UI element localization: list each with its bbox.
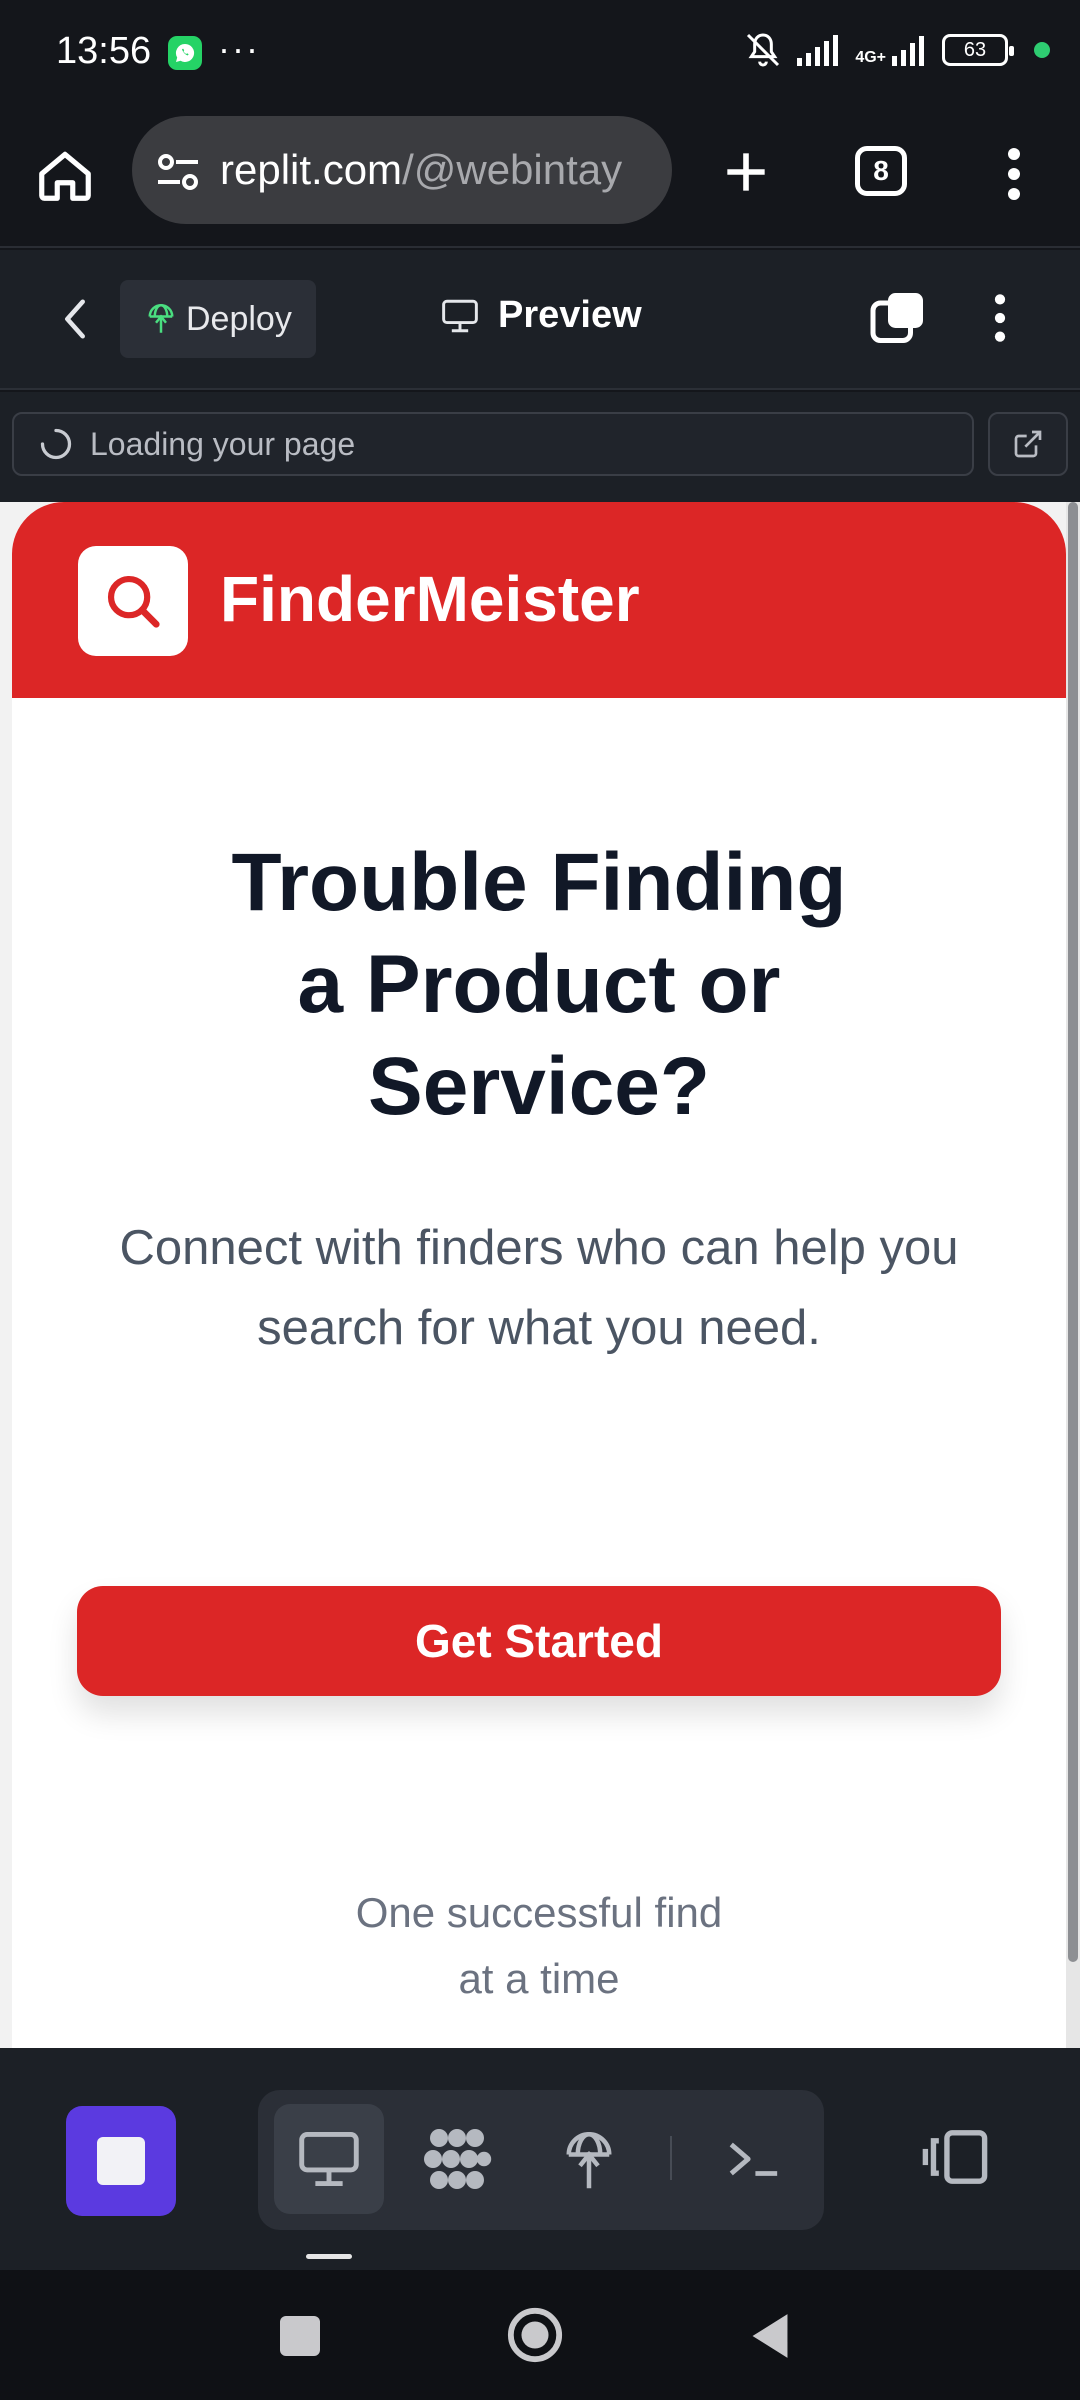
deploy-button[interactable]: Deploy	[120, 280, 316, 358]
tool-divider	[670, 2136, 672, 2180]
site-settings-icon[interactable]	[154, 150, 202, 194]
tool-deploy-button[interactable]	[534, 2104, 644, 2214]
green-dot-icon	[1034, 42, 1050, 58]
spinner-icon	[40, 428, 72, 460]
device-toggle-icon[interactable]	[920, 2126, 990, 2188]
stop-icon	[97, 2137, 145, 2185]
plus-icon[interactable]	[718, 144, 774, 200]
tool-shell-button[interactable]	[698, 2104, 808, 2214]
url-text[interactable]: replit.com/@webintay	[220, 146, 660, 194]
replit-header: Deploy Preview	[0, 250, 1080, 390]
tagline-line: One successful find	[355, 1889, 723, 1936]
tagline-line: at a time	[458, 1955, 620, 2002]
home-circle-icon[interactable]	[506, 2306, 564, 2364]
deploy-icon	[566, 2132, 612, 2189]
deploy-label: Deploy	[186, 299, 292, 338]
extensions-icon	[424, 2129, 492, 2189]
copy-icon[interactable]	[868, 288, 928, 348]
deploy-icon	[148, 304, 174, 333]
back-icon[interactable]	[60, 296, 90, 342]
hero-subtext: Connect with finders who can help you se…	[72, 1208, 1006, 1368]
replit-bottom-bar	[0, 2048, 1080, 2270]
subtext-line: Connect with finders who can help you	[119, 1221, 959, 1275]
network-type: 4G+	[855, 49, 886, 66]
kebab-icon[interactable]	[988, 290, 1012, 346]
android-nav-bar	[0, 2270, 1080, 2400]
tool-preview-button[interactable]	[274, 2104, 384, 2214]
site-header: FinderMeister	[12, 502, 1066, 698]
kebab-icon[interactable]	[1000, 144, 1028, 204]
shell-icon	[729, 2142, 778, 2176]
url-path: /@webintay	[402, 146, 623, 193]
site-logo[interactable]	[78, 546, 188, 656]
battery-icon: 63	[942, 34, 1014, 66]
site-brand[interactable]: FinderMeister	[220, 562, 640, 636]
tagline: One successful find at a time	[12, 1880, 1066, 2012]
hero-headline: Trouble Finding a Product or Service?	[12, 832, 1066, 1138]
url-host: replit.com	[220, 146, 403, 193]
tab-switcher-button[interactable]: 8	[855, 146, 907, 196]
back-triangle-icon[interactable]	[748, 2312, 792, 2360]
battery-level: 63	[963, 38, 987, 61]
preview-url-row: Loading your page	[0, 392, 1080, 502]
home-icon[interactable]	[34, 144, 96, 206]
monitor-icon	[299, 2132, 359, 2186]
webpage: FinderMeister Trouble Finding a Product …	[12, 502, 1066, 2048]
address-bar[interactable]: replit.com/@webintay	[132, 116, 672, 224]
external-link-icon	[1014, 430, 1042, 458]
headline-line: a Product or	[297, 939, 781, 1030]
scrollbar-thumb[interactable]	[1068, 502, 1078, 1962]
status-bar: 13:56 ··· 4G+ 63	[0, 0, 1080, 108]
signal-icon	[797, 35, 839, 66]
preview-label: Preview	[498, 294, 642, 336]
monitor-icon	[442, 299, 478, 332]
status-right: 4G+ 63	[743, 30, 1050, 70]
open-external-button[interactable]	[988, 412, 1068, 476]
preview-viewport: FinderMeister Trouble Finding a Product …	[0, 502, 1080, 2048]
search-icon	[107, 575, 160, 628]
loading-text: Loading your page	[90, 425, 356, 462]
whatsapp-icon	[168, 36, 202, 70]
subtext-line: search for what you need.	[257, 1301, 821, 1355]
get-started-button[interactable]: Get Started	[77, 1586, 1001, 1696]
headline-line: Service?	[368, 1041, 710, 1132]
status-time: 13:56	[56, 30, 152, 72]
stop-button[interactable]	[66, 2106, 176, 2216]
active-tool-indicator	[306, 2254, 352, 2259]
tool-extensions-button[interactable]	[402, 2104, 512, 2214]
preview-url-field[interactable]: Loading your page	[12, 412, 974, 476]
tool-switcher	[258, 2090, 824, 2230]
recents-icon[interactable]	[280, 2316, 320, 2356]
headline-line: Trouble Finding	[231, 837, 847, 928]
signal-4g-icon	[892, 36, 924, 66]
browser-toolbar: replit.com/@webintay 8	[0, 108, 1080, 248]
more-notifications: ···	[218, 28, 260, 69]
preview-tab[interactable]: Preview	[440, 294, 642, 337]
mute-bell-icon	[747, 33, 780, 67]
